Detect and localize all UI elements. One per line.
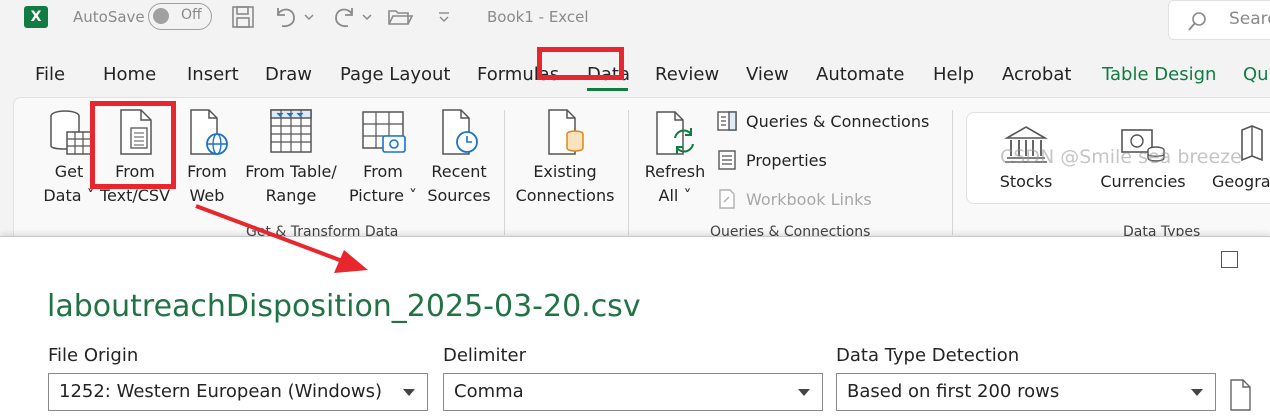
- annotation-arrow-icon: [195, 204, 368, 273]
